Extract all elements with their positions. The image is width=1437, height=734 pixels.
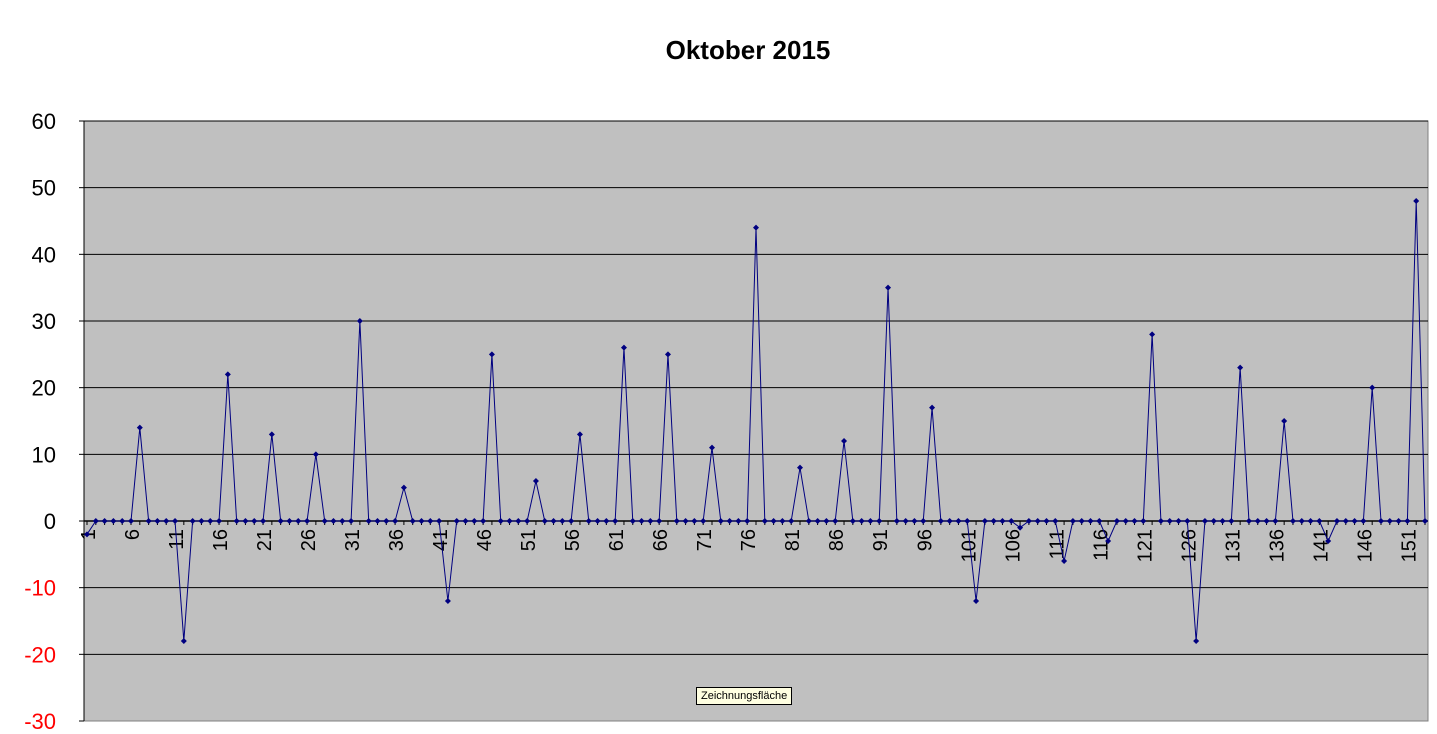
plot-area[interactable]: [83, 120, 1429, 722]
x-tick-label: 81: [782, 529, 804, 551]
x-tick-label: 146: [1354, 529, 1376, 562]
x-tick-label: 121: [1134, 529, 1156, 562]
x-tick-label: 91: [870, 529, 892, 551]
x-tick-label: 16: [210, 529, 232, 551]
x-tick-label: 151: [1398, 529, 1420, 562]
x-tick-label: 56: [562, 529, 584, 551]
x-tick-label: 106: [1002, 529, 1024, 562]
y-tick-label: -20: [24, 642, 56, 667]
x-tick-label: 51: [518, 529, 540, 551]
y-tick-label: 0: [44, 509, 56, 534]
x-tick-label: 6: [122, 529, 144, 540]
x-tick-label: 76: [738, 529, 760, 551]
y-tick-label: -30: [24, 709, 56, 734]
x-tick-label: 116: [1090, 529, 1112, 561]
line-chart: Oktober 2015 60 50 40 30 20 10 0 -10 -20 -30 16 11…: [24, 35, 1429, 734]
x-tick-label: 61: [606, 529, 628, 551]
x-tick-label: 136: [1266, 529, 1288, 562]
y-tick-label: 60: [32, 109, 56, 134]
x-tick-label: 131: [1222, 529, 1244, 562]
x-tick-label: 36: [386, 529, 408, 551]
y-axis: 60 50 40 30 20 10 0 -10 -20 -30: [24, 109, 85, 734]
x-tick-label: 46: [474, 529, 496, 551]
x-tick-label: 31: [342, 529, 364, 551]
y-tick-label: 10: [32, 442, 56, 467]
x-tick-label: 101: [958, 529, 980, 562]
x-tick-label: 26: [298, 529, 320, 551]
y-tick-label: 50: [32, 176, 56, 201]
y-tick-label: 40: [32, 242, 56, 267]
y-tick-label: 20: [32, 376, 56, 401]
y-tick-label: -10: [24, 576, 56, 601]
y-tick-label: 30: [32, 309, 56, 334]
x-tick-label: 141: [1310, 529, 1332, 562]
chart-title: Oktober 2015: [666, 35, 831, 65]
x-tick-label: 66: [650, 529, 672, 551]
x-tick-label: 96: [914, 529, 936, 551]
plot-area-tooltip: Zeichnungsfläche: [696, 687, 793, 705]
x-tick-label: 86: [826, 529, 848, 551]
x-tick-label: 21: [254, 529, 276, 551]
x-tick-label: 71: [694, 529, 716, 551]
